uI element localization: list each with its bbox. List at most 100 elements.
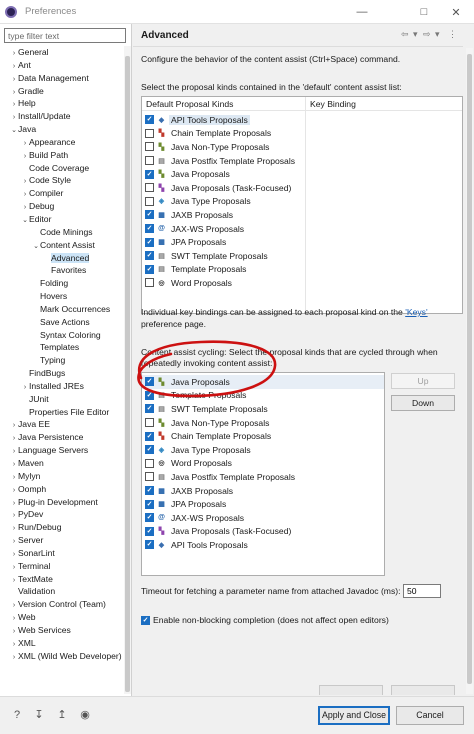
proposal-kind-item[interactable]: ▚ Java Non-Type Proposals [145, 416, 271, 430]
tree-item[interactable]: › XML (Wild Web Developer) [0, 650, 131, 663]
tree-item[interactable]: Code Coverage [0, 162, 131, 175]
proposal-checkbox[interactable]: ✓ [145, 486, 154, 496]
chevron-right-icon[interactable]: › [10, 652, 18, 665]
tree-item[interactable]: Hovers [0, 290, 131, 303]
proposal-kind-item[interactable]: ◈ Java Type Proposals [145, 195, 253, 209]
proposal-checkbox[interactable] [145, 156, 154, 166]
tree-item[interactable]: › Java EE [0, 418, 131, 431]
proposal-kind-item[interactable]: ✓ @ JAX-WS Proposals [145, 222, 246, 236]
proposal-kind-item[interactable]: ✓ ◆ API Tools Proposals [145, 538, 250, 552]
tree-item[interactable]: › Gradle [0, 85, 131, 98]
tree-item[interactable]: Save Actions [0, 316, 131, 329]
tree-item[interactable]: ⌄Java [0, 123, 131, 136]
default-proposal-list[interactable]: Default Proposal Kinds Key Binding ✓ ◆ API… [141, 96, 463, 314]
close-button[interactable]: ✕ [440, 0, 472, 24]
proposal-kind-item[interactable]: ✓ @ JAX-WS Proposals [145, 511, 246, 525]
tree-item[interactable]: Code Minings [0, 226, 131, 239]
tree-item[interactable]: › PyDev [0, 508, 131, 521]
tree-scrollbar-thumb[interactable] [125, 56, 130, 692]
tree-item[interactable]: › Code Style [0, 174, 131, 187]
page-scrollbar[interactable] [466, 48, 473, 694]
tree-item[interactable]: › Appearance [0, 136, 131, 149]
proposal-checkbox[interactable]: ✓ [145, 237, 154, 247]
record-icon[interactable]: ◉ [78, 708, 92, 722]
tree-item[interactable]: › Data Management [0, 72, 131, 85]
proposal-kind-item[interactable]: ✓ ▦ JPA Proposals [145, 497, 228, 511]
filter-input[interactable] [4, 28, 126, 43]
tree-item[interactable]: Advanced [0, 252, 131, 265]
apply-and-close-button[interactable]: Apply and Close [318, 706, 390, 725]
tree-item[interactable]: › Web [0, 611, 131, 624]
proposal-kind-item[interactable]: ✓ ▚ Java Proposals [145, 167, 232, 181]
proposal-checkbox[interactable] [145, 278, 154, 288]
tree-item[interactable]: ⌄Content Assist [0, 239, 131, 252]
tree-item[interactable]: › Oomph [0, 483, 131, 496]
proposal-checkbox[interactable]: ✓ [145, 115, 154, 125]
restore-defaults-button[interactable] [319, 685, 383, 695]
proposal-kind-item[interactable]: ▚ Java Proposals (Task-Focused) [145, 181, 293, 195]
tree-item[interactable]: › Maven [0, 457, 131, 470]
export-icon[interactable]: ↥ [55, 708, 69, 722]
tree-item[interactable]: Properties File Editor [0, 406, 131, 419]
tree-item[interactable]: › Debug [0, 200, 131, 213]
tree-item[interactable]: › Compiler [0, 187, 131, 200]
tree-item[interactable]: › SonarLint [0, 547, 131, 560]
tree-item[interactable]: Mark Occurrences [0, 303, 131, 316]
tree-item[interactable]: JUnit [0, 393, 131, 406]
proposal-checkbox[interactable]: ✓ [145, 431, 154, 441]
proposal-kind-item[interactable]: ✓ ▤ Template Proposals [145, 263, 248, 277]
maximize-button[interactable]: □ [408, 0, 440, 24]
import-icon[interactable]: ↧ [32, 708, 46, 722]
tree-item[interactable]: › TextMate [0, 573, 131, 586]
tree-item[interactable]: › Ant [0, 59, 131, 72]
tree-item[interactable]: Validation [0, 585, 131, 598]
page-scrollbar-thumb[interactable] [467, 54, 472, 684]
column-header-kinds[interactable]: Default Proposal Kinds [142, 97, 305, 111]
proposal-checkbox[interactable]: ✓ [145, 169, 154, 179]
tree-item[interactable]: › Mylyn [0, 470, 131, 483]
proposal-kind-item[interactable]: ✓ ◈ Java Type Proposals [145, 443, 253, 457]
menu-icon[interactable]: ⋮ [448, 29, 457, 40]
chevron-down-icon[interactable]: ▾ [435, 29, 440, 40]
tree-item[interactable]: Typing [0, 354, 131, 367]
proposal-checkbox[interactable]: ✓ [145, 210, 154, 220]
proposal-checkbox[interactable] [145, 472, 154, 482]
proposal-kind-item[interactable]: ◎ Word Proposals [145, 457, 234, 471]
tree-item[interactable]: › Help [0, 97, 131, 110]
back-arrow-icon[interactable]: ⇦ [401, 29, 409, 40]
tree-item[interactable]: › Run/Debug [0, 521, 131, 534]
tree-item[interactable]: › General [0, 46, 131, 59]
tree-item[interactable]: › Terminal [0, 560, 131, 573]
tree-item[interactable]: › XML [0, 637, 131, 650]
proposal-kind-item[interactable]: ✓ ▤ SWT Template Proposals [145, 402, 270, 416]
keys-preference-link[interactable]: 'Keys' [405, 307, 427, 317]
proposal-checkbox[interactable] [145, 458, 154, 468]
tree-item[interactable]: › Web Services [0, 624, 131, 637]
proposal-kind-item[interactable]: ▚ Chain Template Proposals [145, 127, 273, 141]
proposal-kind-item[interactable]: ◎ Word Proposals [145, 276, 234, 290]
tree-item[interactable]: › Plug-in Development [0, 496, 131, 509]
proposal-checkbox[interactable]: ✓ [145, 224, 154, 234]
tree-scrollbar[interactable] [124, 46, 131, 694]
proposal-checkbox[interactable] [145, 128, 154, 138]
proposal-kind-item[interactable]: ✓ ▤ SWT Template Proposals [145, 249, 270, 263]
javadoc-timeout-input[interactable] [403, 584, 441, 598]
proposal-checkbox[interactable] [145, 418, 154, 428]
proposal-checkbox[interactable]: ✓ [145, 404, 154, 414]
tree-item[interactable]: › Install/Update [0, 110, 131, 123]
tree-item[interactable]: › Installed JREs [0, 380, 131, 393]
tree-item[interactable]: Folding [0, 277, 131, 290]
cancel-button[interactable]: Cancel [396, 706, 464, 725]
proposal-kind-item[interactable]: ✓ ▚ Chain Template Proposals [145, 429, 273, 443]
tree-item[interactable]: ⌄Editor [0, 213, 131, 226]
proposal-kind-item[interactable]: ✓ ▚ Java Proposals (Task-Focused) [145, 525, 293, 539]
proposal-kind-item[interactable]: ✓ ◆ API Tools Proposals [145, 113, 250, 127]
tree-item[interactable]: FindBugs [0, 367, 131, 380]
proposal-checkbox[interactable]: ✓ [145, 264, 154, 274]
tree-item[interactable]: › Version Control (Team) [0, 598, 131, 611]
tree-item[interactable]: › Server [0, 534, 131, 547]
proposal-checkbox[interactable] [145, 196, 154, 206]
proposal-checkbox[interactable]: ✓ [145, 526, 154, 536]
proposal-kind-item[interactable]: ✓ ▦ JAXB Proposals [145, 484, 235, 498]
proposal-kind-item[interactable]: ✓ ▦ JAXB Proposals [145, 208, 235, 222]
